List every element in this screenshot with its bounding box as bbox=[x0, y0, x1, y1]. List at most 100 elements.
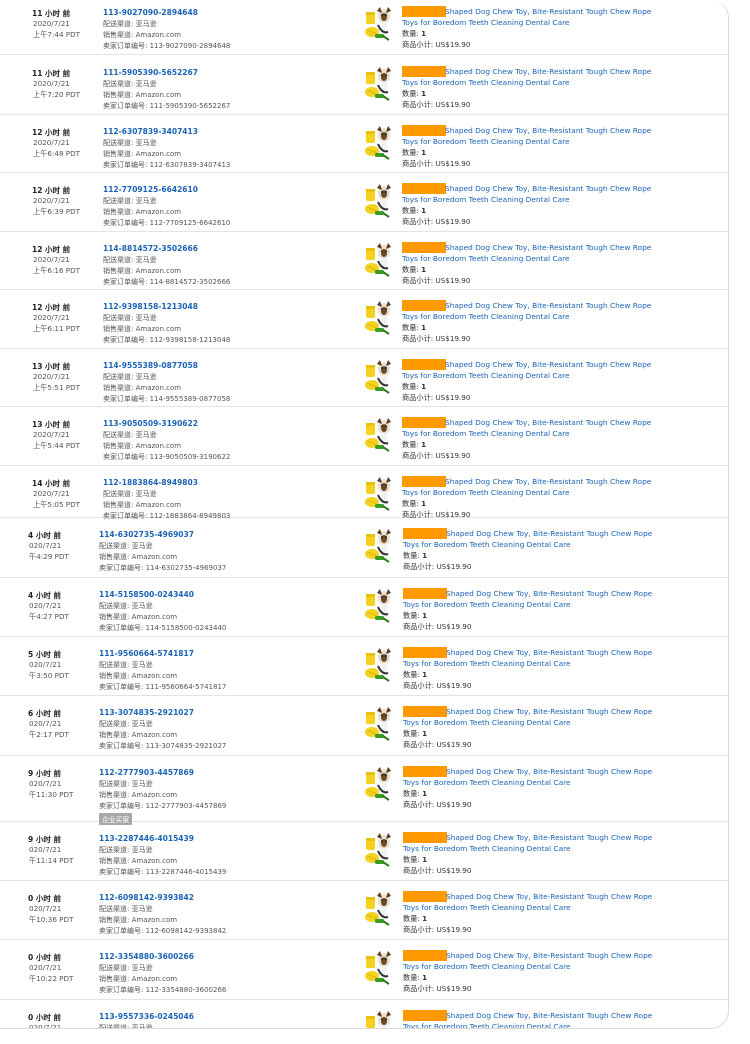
product-thumbnail[interactable] bbox=[362, 417, 396, 453]
quantity-value: 1 bbox=[421, 148, 427, 157]
sales-channel: 销售渠道: Amazon.com bbox=[99, 671, 177, 681]
product-title-line1[interactable]: Shaped Dog Chew Toy, Bite-Resistant Toug… bbox=[446, 1010, 652, 1021]
product-title-line1[interactable]: Shaped Dog Chew Toy, Bite-Resistant Toug… bbox=[445, 359, 651, 370]
product-title-line1[interactable]: Shaped Dog Chew Toy, Bite-Resistant Toug… bbox=[445, 183, 651, 194]
product-title-line2[interactable]: Toys for Boredom Teeth Cleaning Dental C… bbox=[403, 843, 571, 854]
product-thumbnail[interactable] bbox=[362, 766, 396, 802]
product-title-line1[interactable]: Shaped Dog Chew Toy, Bite-Resistant Toug… bbox=[446, 528, 652, 539]
quantity-label: 数量: bbox=[403, 973, 423, 982]
product-title-line1[interactable]: Shaped Dog Chew Toy, Bite-Resistant Toug… bbox=[446, 950, 652, 961]
product-thumbnail[interactable] bbox=[362, 183, 396, 219]
product-title-line2[interactable]: Toys for Boredom Teeth Cleaning Dental C… bbox=[403, 961, 571, 972]
order-id-link[interactable]: 112-9398158-1213048 bbox=[103, 302, 198, 311]
product-thumbnail[interactable] bbox=[362, 300, 396, 336]
product-title-line2[interactable]: Toys for Boredom Teeth Cleaning Dental C… bbox=[402, 17, 570, 28]
order-id-link[interactable]: 112-2777903-4457869 bbox=[99, 768, 194, 777]
sales-channel-value: Amazon.com bbox=[135, 501, 182, 509]
product-title-line2[interactable]: Toys for Boredom Teeth Cleaning Dental C… bbox=[402, 253, 570, 264]
fulfillment-channel-value: 亚马逊 bbox=[131, 905, 153, 913]
order-id-link[interactable]: 113-9557336-0245046 bbox=[99, 1012, 194, 1021]
product-title-line2[interactable]: Toys for Boredom Teeth Cleaning Dental C… bbox=[403, 902, 571, 913]
product-title-line2[interactable]: Toys for Boredom Teeth Cleaning Dental C… bbox=[403, 539, 571, 550]
product-thumbnail[interactable] bbox=[362, 1010, 396, 1028]
product-title-line2[interactable]: Toys for Boredom Teeth Cleaning Dental C… bbox=[403, 658, 571, 669]
product-title-line1[interactable]: Shaped Dog Chew Toy, Bite-Resistant Toug… bbox=[445, 6, 651, 17]
product-title-line2[interactable]: Toys for Boredom Teeth Cleaning Dental C… bbox=[402, 311, 570, 322]
product-thumbnail[interactable] bbox=[362, 647, 396, 683]
order-id-link[interactable]: 113-9027090-2894648 bbox=[103, 8, 198, 17]
product-title-line1[interactable]: Shaped Dog Chew Toy, Bite-Resistant Toug… bbox=[445, 66, 651, 77]
product-title-line2[interactable]: Toys for Boredom Teeth Cleaning Dental C… bbox=[402, 370, 570, 381]
order-id-link[interactable]: 112-1883864-8949803 bbox=[103, 478, 198, 487]
product-title-line1[interactable]: Shaped Dog Chew Toy, Bite-Resistant Toug… bbox=[445, 417, 651, 428]
order-id-link[interactable]: 113-2287446-4015439 bbox=[99, 834, 194, 843]
quantity: 数量: 1 bbox=[403, 914, 427, 924]
product-thumbnail[interactable] bbox=[362, 359, 396, 395]
product-title-line2[interactable]: Toys for Boredom Teeth Cleaning Dental C… bbox=[403, 599, 571, 610]
product-title-line1[interactable]: Shaped Dog Chew Toy, Bite-Resistant Toug… bbox=[445, 476, 651, 487]
item-subtotal-value: US$19.90 bbox=[436, 925, 472, 934]
order-id-link[interactable]: 111-9560664-5741817 bbox=[99, 649, 194, 658]
sales-channel-label: 销售渠道: bbox=[103, 208, 136, 216]
order-id-link[interactable]: 112-3354880-3600266 bbox=[99, 952, 194, 961]
product-thumbnail[interactable] bbox=[362, 891, 396, 927]
quantity-label: 数量: bbox=[402, 29, 422, 38]
quantity: 数量: 1 bbox=[402, 29, 426, 39]
order-id-link[interactable]: 112-6307839-3407413 bbox=[103, 127, 198, 136]
product-thumbnail[interactable] bbox=[362, 950, 396, 986]
sales-channel-label: 销售渠道: bbox=[99, 553, 132, 561]
product-title-line1[interactable]: Shaped Dog Chew Toy, Bite-Resistant Toug… bbox=[446, 588, 652, 599]
product-title-line1[interactable]: Shaped Dog Chew Toy, Bite-Resistant Toug… bbox=[446, 891, 652, 902]
order-id-link[interactable]: 112-6098142-9393842 bbox=[99, 893, 194, 902]
order-id-link[interactable]: 111-5905390-5652267 bbox=[103, 68, 198, 77]
order-date: 2020/7/21 bbox=[33, 255, 70, 264]
product-title-line1[interactable]: Shaped Dog Chew Toy, Bite-Resistant Toug… bbox=[445, 242, 651, 253]
product-title-line2[interactable]: Toys for Boredom Teeth Cleaning Dental C… bbox=[403, 777, 571, 788]
fulfillment-channel-label: 配送渠道: bbox=[103, 314, 136, 322]
product-title-line1[interactable]: Shaped Dog Chew Toy, Bite-Resistant Toug… bbox=[445, 125, 651, 136]
product-thumbnail[interactable] bbox=[362, 125, 396, 161]
sales-channel-value: Amazon.com bbox=[135, 150, 182, 158]
product-thumbnail[interactable] bbox=[362, 242, 396, 278]
order-id-link[interactable]: 113-9050509-3190622 bbox=[103, 419, 198, 428]
item-subtotal-label: 商品小计: bbox=[403, 622, 437, 631]
item-subtotal-value: US$19.90 bbox=[435, 40, 471, 49]
product-title-line1[interactable]: Shaped Dog Chew Toy, Bite-Resistant Toug… bbox=[446, 647, 652, 658]
product-title-line2[interactable]: Toys for Boredom Teeth Cleaning Dental C… bbox=[402, 194, 570, 205]
fulfillment-channel-value: 亚马逊 bbox=[135, 431, 157, 439]
order-date: 2020/7/21 bbox=[33, 19, 70, 28]
product-title-line1[interactable]: Shaped Dog Chew Toy, Bite-Resistant Toug… bbox=[445, 300, 651, 311]
product-title-line2[interactable]: Toys for Boredom Teeth Cleaning Dental C… bbox=[402, 428, 570, 439]
table-row: 11 小时 前 2020/7/21 上午7:44 PDT 113-9027090-28… bbox=[0, 0, 728, 55]
order-id-link[interactable]: 114-8814572-3502666 bbox=[103, 244, 198, 253]
order-id-link[interactable]: 112-7709125-6642610 bbox=[103, 185, 198, 194]
table-row: 4 小时 前 020/7/21 午4:29 PDT 114-6302735-49690… bbox=[0, 518, 728, 578]
fulfillment-channel: 配送渠道: 亚马逊 bbox=[103, 430, 157, 440]
product-title-line2[interactable]: Toys for Boredom Teeth Cleaning Dental C… bbox=[402, 77, 570, 88]
order-id-link[interactable]: 114-9555389-0877058 bbox=[103, 361, 198, 370]
order-id-link[interactable]: 114-5158500-0243440 bbox=[99, 590, 194, 599]
product-thumbnail[interactable] bbox=[362, 832, 396, 868]
product-title-line2[interactable]: Toys for Boredom Teeth Cleaning Dental C… bbox=[403, 717, 571, 728]
item-subtotal-value: US$19.90 bbox=[436, 866, 472, 875]
product-thumbnail[interactable] bbox=[362, 528, 396, 564]
product-title-line2[interactable]: Toys for Boredom Teeth Cleaning Dental C… bbox=[402, 487, 570, 498]
product-title-line1[interactable]: Shaped Dog Chew Toy, Bite-Resistant Toug… bbox=[446, 706, 652, 717]
product-thumbnail[interactable] bbox=[362, 588, 396, 624]
product-thumbnail[interactable] bbox=[362, 476, 396, 512]
item-subtotal: 商品小计: US$19.90 bbox=[403, 866, 471, 876]
product-title-line1[interactable]: Shaped Dog Chew Toy, Bite-Resistant Toug… bbox=[446, 766, 652, 777]
order-time: 午11:30 PDT bbox=[29, 790, 74, 799]
product-thumbnail[interactable] bbox=[362, 6, 396, 42]
product-title-line2[interactable]: Toys for Boredom Teeth Cleaning Dental C… bbox=[403, 1021, 571, 1028]
product-title-line1[interactable]: Shaped Dog Chew Toy, Bite-Resistant Toug… bbox=[446, 832, 652, 843]
sales-channel: 销售渠道: Amazon.com bbox=[99, 552, 177, 562]
product-thumbnail[interactable] bbox=[362, 66, 396, 102]
product-thumbnail[interactable] bbox=[362, 706, 396, 742]
sales-channel-label: 销售渠道: bbox=[103, 325, 136, 333]
order-id-link[interactable]: 113-3074835-2921027 bbox=[99, 708, 194, 717]
order-id-link[interactable]: 114-6302735-4969037 bbox=[99, 530, 194, 539]
sales-channel: 销售渠道: Amazon.com bbox=[99, 790, 177, 800]
table-row: 13 小时 前 2020/7/21 上午5:51 PDT 114-9555389-08… bbox=[0, 349, 728, 407]
product-title-line2[interactable]: Toys for Boredom Teeth Cleaning Dental C… bbox=[402, 136, 570, 147]
